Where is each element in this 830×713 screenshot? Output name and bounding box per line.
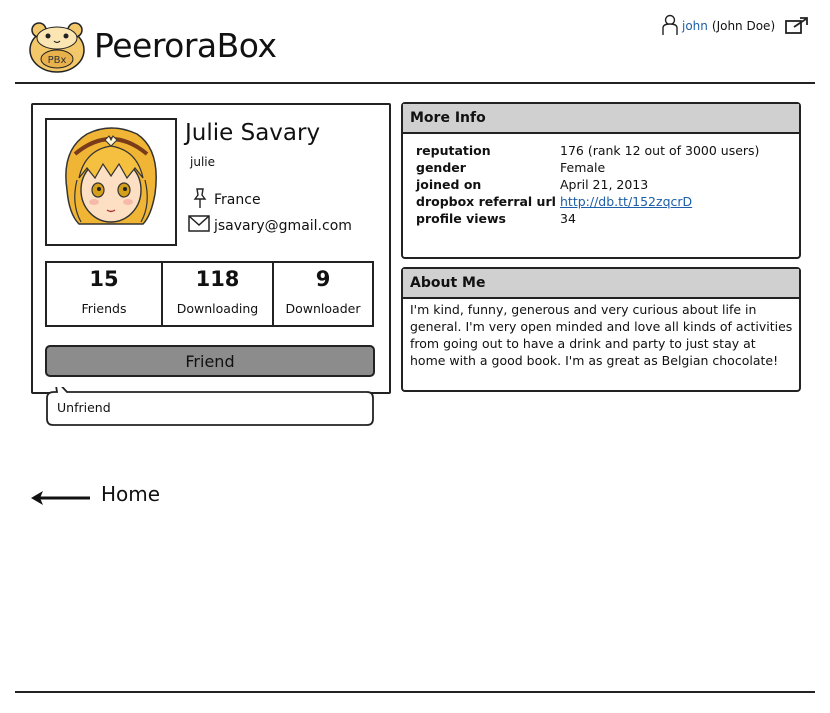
user-menu: john (John Doe) [662, 14, 775, 38]
logout-icon[interactable] [785, 16, 809, 36]
more-info-title: More Info [403, 104, 799, 134]
friend-button[interactable]: Friend [45, 345, 375, 377]
info-value: 176 (rank 12 out of 3000 users) [560, 143, 760, 158]
info-row: reputation 176 (rank 12 out of 3000 user… [416, 142, 759, 159]
stat-label: Downloader [285, 301, 361, 316]
about-me-text: I'm kind, funny, generous and very curio… [410, 302, 793, 368]
info-value: Female [560, 160, 606, 175]
more-info-table: reputation 176 (rank 12 out of 3000 user… [416, 142, 759, 227]
info-row: gender Female [416, 159, 759, 176]
home-link[interactable]: Home [101, 482, 160, 506]
about-me-title: About Me [403, 269, 799, 299]
stat-value: 9 [315, 267, 331, 291]
profile-photo [45, 118, 177, 246]
profile-stats: 15 Friends 118 Downloading 9 Downloader [45, 261, 374, 327]
stat-value: 15 [89, 267, 119, 291]
referral-url-link[interactable]: http://db.tt/152zqcrD [560, 194, 692, 209]
header-divider [15, 82, 815, 84]
stat-downloader[interactable]: 9 Downloader [272, 263, 372, 325]
logo-text: PBx [48, 55, 67, 66]
info-row: dropbox referral url http://db.tt/152zqc… [416, 193, 759, 210]
info-key: dropbox referral url [416, 194, 556, 209]
stat-value: 118 [195, 267, 240, 291]
info-key: profile views [416, 211, 506, 226]
profile-email: jsavary@gmail.com [188, 215, 352, 237]
info-key: joined on [416, 177, 482, 192]
stat-friends[interactable]: 15 Friends [47, 263, 161, 325]
info-key: gender [416, 160, 466, 175]
info-row: joined on April 21, 2013 [416, 176, 759, 193]
back-arrow-icon[interactable] [30, 488, 92, 508]
current-user-fullname: (John Doe) [711, 19, 776, 33]
envelope-icon [188, 215, 210, 237]
profile-location: France [192, 187, 261, 213]
stat-downloading[interactable]: 118 Downloading [161, 263, 272, 325]
current-username-link[interactable]: john [682, 19, 708, 33]
unfriend-menu-item[interactable]: Unfriend [57, 400, 111, 415]
about-me-panel: About Me I'm kind, funny, generous and v… [401, 267, 801, 392]
info-value: 34 [560, 211, 576, 226]
app-title: PeeroraBox [94, 26, 277, 65]
info-row: profile views 34 [416, 210, 759, 227]
location-text: France [214, 192, 261, 208]
info-key: reputation [416, 143, 491, 158]
user-icon [662, 14, 678, 39]
profile-username: julie [190, 155, 215, 169]
profile-name: Julie Savary [185, 120, 321, 146]
more-info-panel: More Info reputation 176 (rank 12 out of… [401, 102, 801, 259]
email-text: jsavary@gmail.com [214, 218, 352, 234]
pushpin-icon [192, 187, 208, 213]
info-value: April 21, 2013 [560, 177, 649, 192]
stat-label: Friends [81, 301, 127, 316]
app-logo[interactable]: PBx [27, 16, 87, 76]
stat-label: Downloading [176, 301, 259, 316]
footer-divider [15, 691, 815, 693]
